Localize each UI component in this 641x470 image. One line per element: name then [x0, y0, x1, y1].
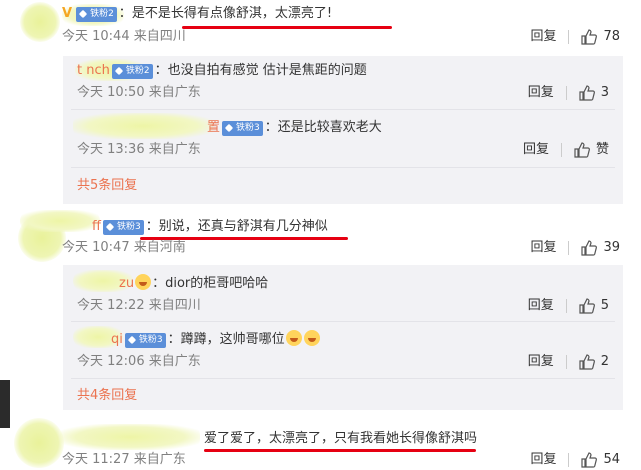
reply-button[interactable]: 回复: [530, 28, 556, 46]
comment-actions: 回复 78: [530, 28, 620, 46]
reply-actions: 回复 5: [528, 297, 609, 315]
reply-meta: 今天 12:22 来自四川: [77, 297, 201, 315]
divider: [568, 30, 570, 44]
reply-meta: 今天 13:36 来自广东: [77, 141, 201, 159]
like-count: 2: [600, 354, 609, 369]
comment-body: 别说，还真与舒淇有几分神似: [158, 219, 328, 234]
divider: [565, 86, 567, 100]
thumbs-up-icon[interactable]: [579, 85, 595, 101]
location: 来自广东: [148, 354, 201, 369]
divider: [568, 453, 570, 467]
fan-badge-icon[interactable]: 铁粉2: [76, 7, 117, 22]
like-count: 39: [603, 240, 620, 255]
crying-emoji-icon: [285, 330, 302, 346]
reply-text: zu ：dior的柜哥吧哈哈: [119, 274, 269, 291]
timestamp: 今天 12:22: [77, 298, 145, 313]
reply-actions: 回复 赞: [523, 141, 609, 159]
fan-badge-icon[interactable]: 铁粉3: [102, 220, 144, 235]
reply-actions: 回复 3: [528, 84, 609, 102]
reply-actions: 回复 2: [528, 353, 609, 371]
reply-body: 也没自拍有感觉 估计是焦距的问题: [167, 63, 367, 78]
reply-text: qi 铁粉3 ：蹲蹲，这帅哥哪位: [77, 330, 321, 349]
divider: [71, 378, 615, 379]
comment-body: 是不是长得有点像舒淇，太漂亮了!: [131, 6, 333, 21]
more-replies-link[interactable]: 共4条回复: [77, 387, 137, 405]
reply-button[interactable]: 回复: [528, 84, 554, 102]
thumbs-up-icon[interactable]: [581, 240, 598, 256]
comment-meta: 今天 11:27 来自广东: [62, 451, 186, 469]
crying-emoji-icon: [303, 330, 320, 346]
location: 来自广东: [133, 452, 186, 467]
timestamp: 今天 10:44: [62, 29, 130, 44]
reply-username-text[interactable]: t nch: [77, 63, 110, 78]
like-count: 3: [600, 85, 609, 100]
thumbs-up-icon[interactable]: [581, 29, 598, 45]
timestamp: 今天 10:50: [77, 85, 145, 100]
thumbs-up-icon[interactable]: [579, 298, 595, 314]
divider: [560, 143, 562, 157]
reply-text: 置铁粉3 ：还是比较喜欢老大: [207, 120, 382, 136]
username[interactable]: [60, 424, 200, 450]
scroll-edge: [0, 380, 10, 428]
reply-username-text[interactable]: 置: [207, 120, 220, 135]
reply-button[interactable]: 回复: [528, 297, 554, 315]
divider: [568, 241, 570, 255]
reply-username-text[interactable]: qi: [111, 332, 123, 347]
reply-list: t nch 铁粉2 ：也没自拍有感觉 估计是焦距的问题 今天 10:50 来自广东 …: [63, 56, 623, 204]
fan-badge-icon[interactable]: 铁粉3: [124, 333, 166, 348]
timestamp: 今天 10:47: [62, 240, 130, 255]
comment-actions: 回复 39: [530, 239, 620, 257]
divider: [565, 355, 567, 369]
thumbs-up-icon[interactable]: [579, 354, 595, 370]
vip-icon: V: [62, 6, 73, 21]
reply-list: zu ：dior的柜哥吧哈哈 今天 12:22 来自四川 回复 5 qi 铁粉3 ：蹲…: [63, 265, 623, 410]
divider: [565, 299, 567, 313]
fan-badge-icon[interactable]: 铁粉3: [222, 121, 263, 136]
reply-meta: 今天 12:06 来自广东: [77, 353, 201, 371]
more-replies-link[interactable]: 共5条回复: [77, 177, 137, 195]
comment-body: 爱了爱了，太漂亮了，只有我看她长得像舒淇吗: [204, 431, 478, 446]
location: 来自河南: [133, 240, 186, 255]
reply-body: dior的柜哥吧哈哈: [165, 276, 269, 291]
emoji-icon: [135, 274, 152, 290]
red-underline: [204, 449, 476, 452]
comment-actions: 回复 54: [530, 451, 620, 469]
comment-meta: 今天 10:44 来自四川: [62, 28, 186, 46]
reply-button[interactable]: 回复: [523, 141, 549, 159]
thumbs-up-icon[interactable]: [581, 452, 598, 468]
reply-button[interactable]: 回复: [530, 239, 556, 257]
username-text[interactable]: ff: [92, 219, 101, 234]
reply-body: 蹲蹲，这帅哥哪位: [180, 332, 285, 347]
timestamp: 今天 12:06: [77, 354, 145, 369]
avatar[interactable]: [20, 2, 60, 42]
comment-text: 爱了爱了，太漂亮了，只有我看她长得像舒淇吗: [204, 430, 477, 448]
reply-username-text[interactable]: zu: [119, 276, 134, 291]
fan-badge-icon[interactable]: 铁粉2: [111, 64, 153, 79]
like-count: 赞: [595, 142, 609, 157]
like-count: 5: [600, 298, 609, 313]
timestamp: 今天 13:36: [77, 142, 145, 157]
divider: [71, 109, 615, 110]
location: 来自广东: [148, 142, 201, 157]
divider: [71, 321, 615, 322]
thumbs-up-icon[interactable]: [574, 142, 590, 158]
comment-text: V 铁粉2 ：是不是长得有点像舒淇，太漂亮了!: [62, 6, 333, 22]
avatar[interactable]: [14, 418, 64, 468]
reply-button[interactable]: 回复: [530, 451, 556, 469]
like-count: 54: [603, 452, 620, 467]
location: 来自广东: [148, 85, 201, 100]
location: 来自四川: [148, 298, 201, 313]
timestamp: 今天 11:27: [62, 452, 130, 467]
divider: [71, 167, 615, 168]
comment-text: ff 铁粉3 ：别说，还真与舒淇有几分神似: [92, 219, 328, 235]
comment-meta: 今天 10:47 来自河南: [62, 239, 186, 257]
location: 来自四川: [133, 29, 186, 44]
reply-button[interactable]: 回复: [528, 353, 554, 371]
reply-meta: 今天 10:50 来自广东: [77, 84, 201, 102]
reply-body: 还是比较喜欢老大: [277, 120, 382, 135]
reply-text: t nch 铁粉2 ：也没自拍有感觉 估计是焦距的问题: [77, 63, 367, 79]
like-count: 78: [603, 29, 620, 44]
red-underline: [182, 26, 392, 29]
